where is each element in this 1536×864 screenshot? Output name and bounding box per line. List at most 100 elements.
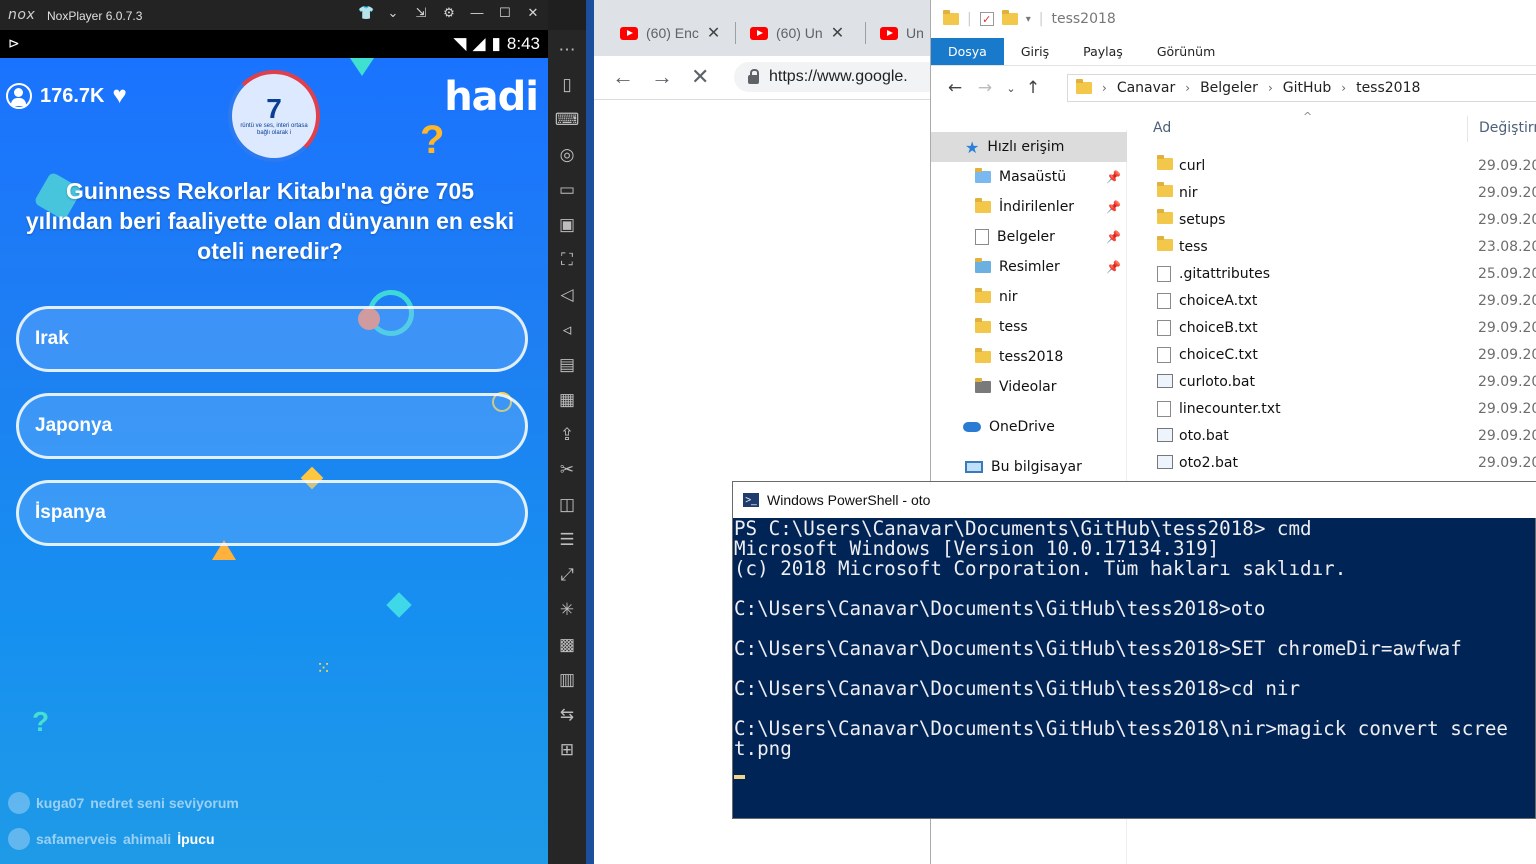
tab-home[interactable]: Giriş xyxy=(1004,38,1066,65)
volume-down-icon[interactable]: ◃ xyxy=(556,312,578,347)
file-row[interactable]: oto.bat 29.09.201 xyxy=(1129,422,1536,449)
tab-view[interactable]: Görünüm xyxy=(1140,38,1232,65)
recent-locations-icon[interactable]: ⌄ xyxy=(1000,82,1022,95)
file-row[interactable]: curl 29.09.201 xyxy=(1129,152,1536,179)
file-row[interactable]: oto2.bat 29.09.201 xyxy=(1129,449,1536,476)
file-row[interactable]: choiceB.txt 29.09.201 xyxy=(1129,314,1536,341)
up-arrow-icon[interactable]: ↑ xyxy=(1022,78,1044,98)
batch-file-icon xyxy=(1157,374,1173,392)
keyboard-icon[interactable]: ⌨ xyxy=(555,102,580,137)
pin-icon[interactable]: 📌 xyxy=(1106,170,1121,184)
breadcrumb-item[interactable]: Belgeler xyxy=(1200,80,1258,96)
record-icon[interactable]: ▦ xyxy=(556,382,578,417)
chevron-right-icon[interactable]: › xyxy=(1102,81,1107,95)
chrome-tab[interactable]: (60) Un ✕ xyxy=(750,20,844,46)
breadcrumb[interactable]: › Canavar › Belgeler › GitHub › tess2018 xyxy=(1067,74,1536,102)
minimize-button[interactable]: — xyxy=(470,5,484,21)
fullscreen-icon[interactable]: ⛶ xyxy=(556,242,578,277)
pin-icon[interactable]: 📌 xyxy=(1106,200,1121,214)
chevron-right-icon[interactable]: › xyxy=(1268,81,1273,95)
console-output[interactable]: PS C:\Users\Canavar\Documents\GitHub\tes… xyxy=(733,519,1536,819)
maximize-button[interactable]: ☐ xyxy=(498,5,512,21)
hint-button[interactable]: İpucu xyxy=(177,831,214,847)
decor-question-mark-2: ? xyxy=(32,706,50,737)
file-row[interactable]: setups 29.09.201 xyxy=(1129,206,1536,233)
location-icon[interactable]: ◎ xyxy=(556,137,578,172)
column-date-modified[interactable]: Değiştirm xyxy=(1479,120,1536,136)
forward-arrow-icon[interactable]: → xyxy=(651,64,673,90)
new-folder-icon[interactable] xyxy=(1001,10,1018,25)
close-button[interactable]: ✕ xyxy=(526,5,540,21)
pin-icon[interactable]: 📌 xyxy=(1106,260,1121,274)
file-row[interactable]: curloto.bat 29.09.201 xyxy=(1129,368,1536,395)
volume-up-icon[interactable]: ◁ xyxy=(556,277,578,312)
back-arrow-icon[interactable]: ← xyxy=(940,78,970,98)
chevron-right-icon[interactable]: › xyxy=(1185,81,1190,95)
chat-text: nedret seni seviyorum xyxy=(90,795,239,811)
macro-icon[interactable]: ⤢ xyxy=(556,557,578,592)
breadcrumb-item[interactable]: Canavar xyxy=(1117,80,1175,96)
file-row[interactable]: linecounter.txt 29.09.201 xyxy=(1129,395,1536,422)
file-row[interactable]: choiceC.txt 29.09.201 xyxy=(1129,341,1536,368)
scissors-icon[interactable]: ✂ xyxy=(556,452,578,487)
answer-option-b[interactable]: Japonya xyxy=(16,393,528,459)
toolbox-icon[interactable]: ▤ xyxy=(556,347,578,382)
answer-option-a[interactable]: Irak xyxy=(16,306,528,372)
back-arrow-icon[interactable]: ← xyxy=(612,64,634,90)
menu-icon[interactable]: ☰ xyxy=(556,522,578,557)
explorer-title-bar[interactable]: | ✓ ▾ | tess2018 xyxy=(931,0,1536,38)
file-row[interactable]: .gitattributes 25.09.201 xyxy=(1129,260,1536,287)
nox-player-window: nox NoxPlayer 6.0.7.3 👕 ⌄ ⇲ ⚙ — ☐ ✕ ⊳ ◥ … xyxy=(0,0,594,864)
tab-file[interactable]: Dosya xyxy=(931,38,1004,65)
address-bar[interactable]: https://www.google. xyxy=(734,62,934,92)
chrome-tab[interactable]: (60) Enc ✕ xyxy=(620,20,720,46)
properties-icon[interactable]: ✓ xyxy=(979,12,994,26)
file-date: 29.09.201 xyxy=(1478,319,1536,336)
file-row[interactable]: tess 23.08.201 xyxy=(1129,233,1536,260)
batch-file-icon xyxy=(1157,455,1173,473)
file-name: choiceA.txt xyxy=(1179,292,1258,309)
text-file-icon xyxy=(1157,347,1171,367)
phone-icon[interactable]: ▯ xyxy=(556,67,578,102)
console-line: PS C:\Users\Canavar\Documents\GitHub\tes… xyxy=(734,519,1312,540)
chrome-tab[interactable]: Un xyxy=(880,20,924,46)
breadcrumb-item[interactable]: GitHub xyxy=(1283,80,1332,96)
nox-title-bar[interactable]: nox NoxPlayer 6.0.7.3 👕 ⌄ ⇲ ⚙ — ☐ ✕ xyxy=(0,0,548,30)
close-tab-icon[interactable]: ✕ xyxy=(831,23,844,43)
add-icon[interactable]: ⊞ xyxy=(556,732,578,767)
apk-icon[interactable]: ▣ xyxy=(556,207,578,242)
more-icon[interactable]: ⋯ xyxy=(556,32,578,67)
heart-icon[interactable]: ♥ xyxy=(113,82,127,110)
shirt-icon[interactable]: 👕 xyxy=(358,5,374,21)
file-row[interactable]: choiceA.txt 29.09.201 xyxy=(1129,287,1536,314)
file-date: 29.09.201 xyxy=(1478,292,1536,309)
window-title: Windows PowerShell - oto xyxy=(767,492,931,508)
install-icon[interactable]: ⇪ xyxy=(556,417,578,452)
column-name[interactable]: Ad xyxy=(1153,120,1171,136)
sync-icon[interactable]: ⇆ xyxy=(556,697,578,732)
chevron-right-icon[interactable]: › xyxy=(1341,81,1346,95)
chevron-down-icon[interactable]: ⌄ xyxy=(386,5,400,21)
file-row[interactable]: nir 29.09.201 xyxy=(1129,179,1536,206)
forward-arrow-icon[interactable]: → xyxy=(970,78,1000,98)
gear-icon[interactable]: ⚙ xyxy=(442,5,456,21)
column-divider[interactable] xyxy=(1467,116,1468,142)
chat-message: kuga07 nedret seni seviyorum xyxy=(8,792,239,814)
multi-instance-icon[interactable]: ◫ xyxy=(556,487,578,522)
customize-quick-access-icon[interactable]: ▾ xyxy=(1026,14,1031,25)
pin-icon[interactable]: 📌 xyxy=(1106,230,1121,244)
nav-quick-access[interactable]: ★ Hızlı erişim xyxy=(931,132,1127,162)
shake-icon[interactable]: ✳ xyxy=(556,592,578,627)
camera-icon[interactable]: ▩ xyxy=(556,627,578,662)
settings-icon[interactable]: ▥ xyxy=(556,662,578,697)
tab-share[interactable]: Paylaş xyxy=(1066,38,1140,65)
answer-option-c[interactable]: İspanya xyxy=(16,480,528,546)
close-tab-icon[interactable]: ✕ xyxy=(707,23,720,43)
pin-icon[interactable]: ⇲ xyxy=(414,5,428,21)
column-headers: ^ Ad Değiştirm xyxy=(1129,110,1536,146)
stop-loading-icon[interactable]: ✕ xyxy=(691,64,709,90)
screen-icon[interactable]: ▭ xyxy=(556,172,578,207)
powershell-title-bar[interactable]: >_ Windows PowerShell - oto xyxy=(733,482,1536,518)
breadcrumb-item[interactable]: tess2018 xyxy=(1356,80,1420,96)
